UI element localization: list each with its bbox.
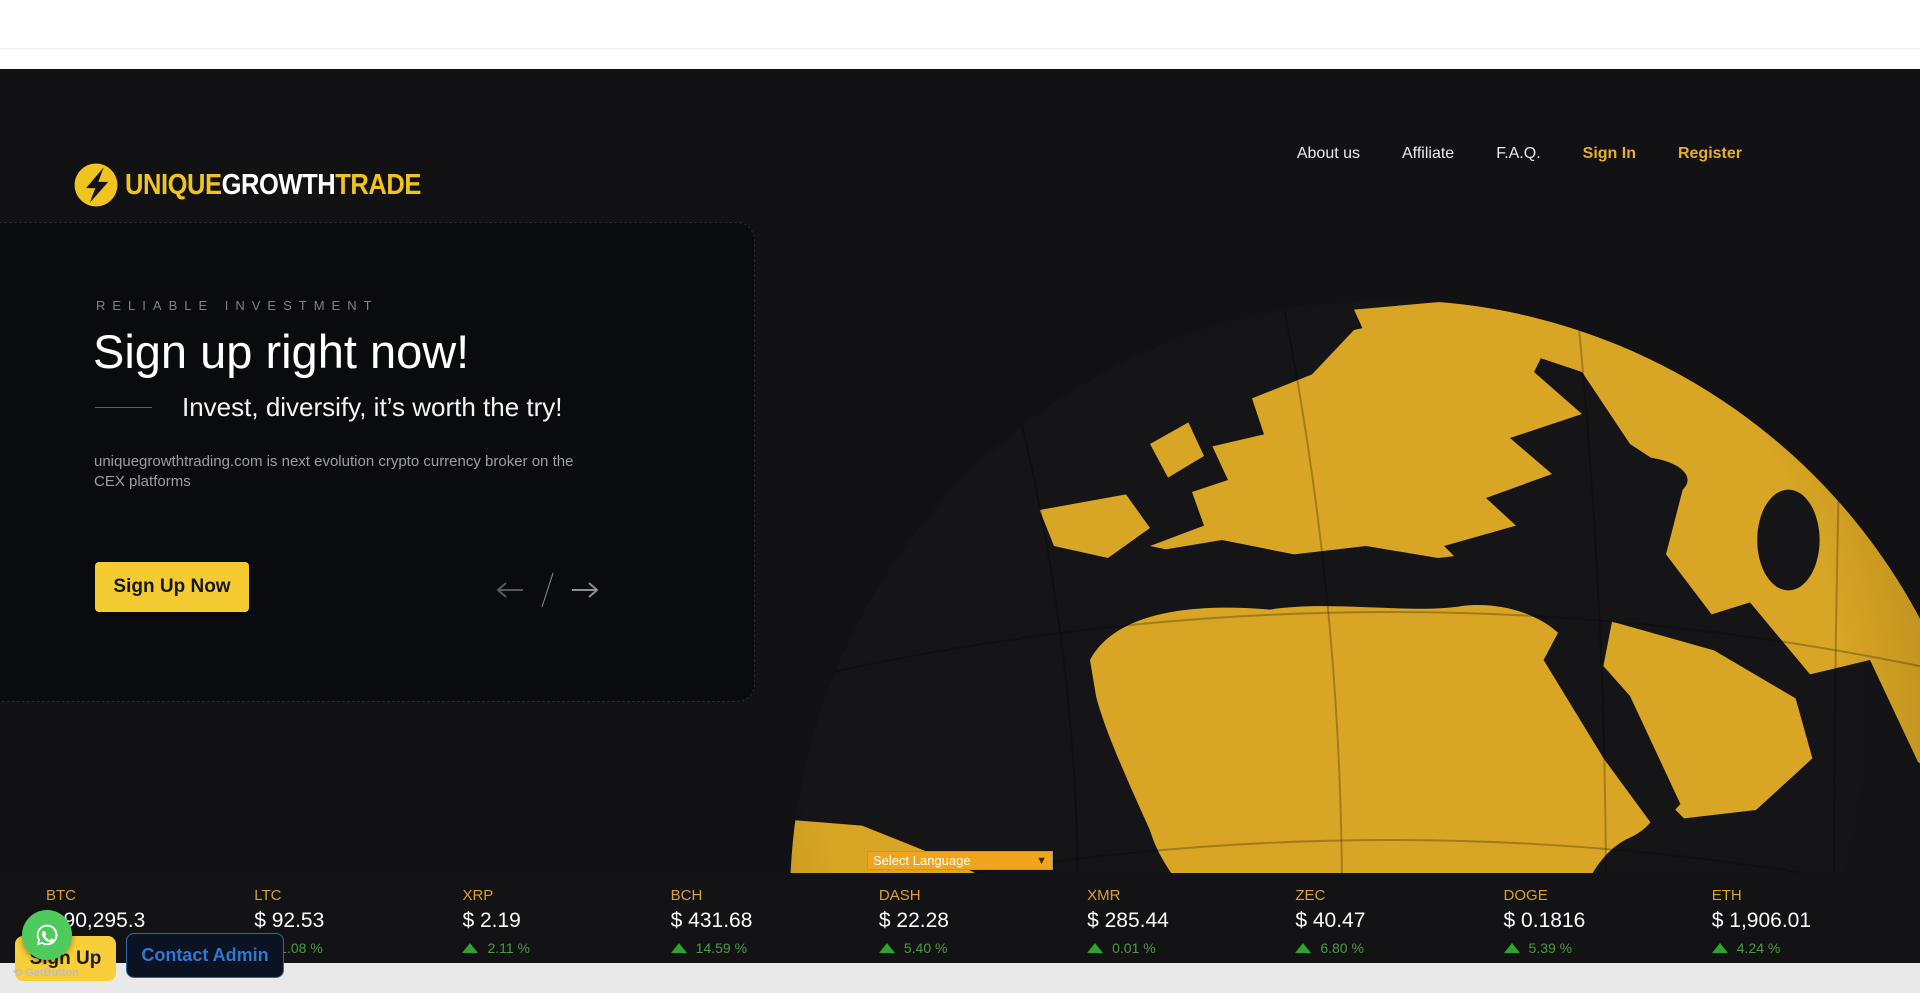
ticker-item: DOGE $ 0.1816 5.39 % — [1504, 887, 1712, 963]
brand-name-trade: TRADE — [335, 169, 421, 201]
carousel-separator-icon — [541, 573, 553, 608]
ticker-price: $ 22.28 — [879, 909, 1087, 933]
ticker-symbol: XRP — [462, 887, 670, 904]
top-whitespace — [0, 0, 1920, 69]
brand-name-growth: GROWTH — [222, 169, 336, 201]
brand-logo-text: UNIQUEGROWTHTRADE — [125, 169, 421, 202]
globe-illustration — [790, 300, 1920, 873]
ticker-price: $ 285.44 — [1087, 909, 1295, 933]
top-divider — [0, 48, 1920, 49]
ticker-change-value: 0.01 % — [1112, 940, 1156, 956]
up-arrow-icon — [1504, 943, 1520, 953]
ticker-change: 6.80 % — [1295, 940, 1503, 956]
carousel-controls — [495, 570, 600, 610]
ticker-change: 2.11 % — [462, 940, 670, 956]
ticker-symbol: DASH — [879, 887, 1087, 904]
nav-faq[interactable]: F.A.Q. — [1496, 145, 1540, 163]
carousel-next-arrow-icon[interactable] — [570, 581, 600, 599]
whatsapp-icon — [32, 920, 62, 950]
carousel-prev-arrow-icon[interactable] — [495, 581, 525, 599]
ticker-item: LTC $ 92.53 1.08 % — [254, 887, 462, 963]
ticker-symbol: DOGE — [1504, 887, 1712, 904]
ticker-price: $ 92.53 — [254, 909, 462, 933]
up-arrow-icon — [1712, 943, 1728, 953]
ticker-change: 4.24 % — [1712, 940, 1920, 956]
hero-subtitle: Invest, diversify, it’s worth the try! — [182, 392, 563, 423]
brand-logo-icon — [73, 162, 119, 208]
language-select[interactable]: Select Language ▼ — [867, 851, 1053, 870]
up-arrow-icon — [1087, 943, 1103, 953]
ticker-change-value: 1.08 % — [279, 940, 323, 956]
ticker-change: 5.40 % — [879, 940, 1087, 956]
ticker-item: ETH $ 1,906.01 4.24 % — [1712, 887, 1920, 963]
main-nav: About us Affiliate F.A.Q. Sign In Regist… — [1297, 145, 1742, 163]
ticker-change-value: 14.59 % — [696, 940, 747, 956]
ticker-item: BCH $ 431.68 14.59 % — [671, 887, 879, 963]
nav-affiliate[interactable]: Affiliate — [1402, 145, 1454, 163]
ticker-item: DASH $ 22.28 5.40 % — [879, 887, 1087, 963]
contact-admin-button[interactable]: Contact Admin — [126, 933, 284, 978]
ticker-symbol: BCH — [671, 887, 879, 904]
ticker-item: XRP $ 2.19 2.11 % — [462, 887, 670, 963]
up-arrow-icon — [1295, 943, 1311, 953]
ticker-price: $ 2.19 — [462, 909, 670, 933]
whatsapp-button[interactable] — [22, 910, 72, 960]
ticker-change-value: 5.40 % — [904, 940, 948, 956]
up-arrow-icon — [879, 943, 895, 953]
ticker-change: 1.08 % — [254, 940, 462, 956]
getbutton-watermark: ⟲ GetButton — [13, 966, 79, 979]
hero-subtitle-row: Invest, diversify, it’s worth the try! — [95, 392, 563, 423]
ticker-item: XMR $ 285.44 0.01 % — [1087, 887, 1295, 963]
ticker-symbol: ZEC — [1295, 887, 1503, 904]
ticker-symbol: XMR — [1087, 887, 1295, 904]
language-select-value: Select Language — [873, 853, 971, 868]
ticker-symbol: LTC — [254, 887, 462, 904]
getbutton-icon: ⟲ — [13, 966, 22, 979]
ticker-price: $ 431.68 — [671, 909, 879, 933]
nav-sign-in[interactable]: Sign In — [1583, 145, 1636, 163]
ticker-price: $ 1,906.01 — [1712, 909, 1920, 933]
hero-eyebrow: RELIABLE INVESTMENT — [96, 298, 379, 313]
chevron-down-icon: ▼ — [1036, 855, 1047, 867]
hero-title: Sign up right now! — [93, 324, 469, 379]
brand-logo[interactable]: UNIQUEGROWTHTRADE — [73, 162, 461, 208]
nav-register[interactable]: Register — [1678, 145, 1742, 163]
ticker-symbol: BTC — [46, 887, 254, 904]
up-arrow-icon — [671, 943, 687, 953]
ticker-symbol: ETH — [1712, 887, 1920, 904]
subtitle-dash — [95, 407, 152, 408]
hero-section: UNIQUEGROWTHTRADE About us Affiliate F.A… — [0, 69, 1920, 873]
crypto-ticker: BTC $ 90,295.3 LTC $ 92.53 1.08 % XRP $ … — [0, 873, 1920, 963]
brand-name-unique: UNIQUE — [125, 169, 222, 201]
ticker-change: 14.59 % — [671, 940, 879, 956]
ticker-change-value: 5.39 % — [1529, 940, 1573, 956]
ticker-change-value: 2.11 % — [487, 940, 530, 956]
ticker-change-value: 6.80 % — [1320, 940, 1364, 956]
ticker-change: 0.01 % — [1087, 940, 1295, 956]
ticker-price: $ 90,295.3 — [46, 909, 254, 933]
nav-about-us[interactable]: About us — [1297, 145, 1360, 163]
ticker-item: ZEC $ 40.47 6.80 % — [1295, 887, 1503, 963]
getbutton-label: GetButton — [25, 967, 79, 979]
page-bottom-strip — [0, 963, 1920, 993]
ticker-change-value: 4.24 % — [1737, 940, 1781, 956]
hero-description: uniquegrowthtrading.com is next evolutio… — [94, 452, 599, 492]
ticker-change: 5.39 % — [1504, 940, 1712, 956]
ticker-price: $ 0.1816 — [1504, 909, 1712, 933]
up-arrow-icon — [462, 943, 478, 953]
ticker-price: $ 40.47 — [1295, 909, 1503, 933]
sign-up-now-button[interactable]: Sign Up Now — [95, 562, 249, 612]
